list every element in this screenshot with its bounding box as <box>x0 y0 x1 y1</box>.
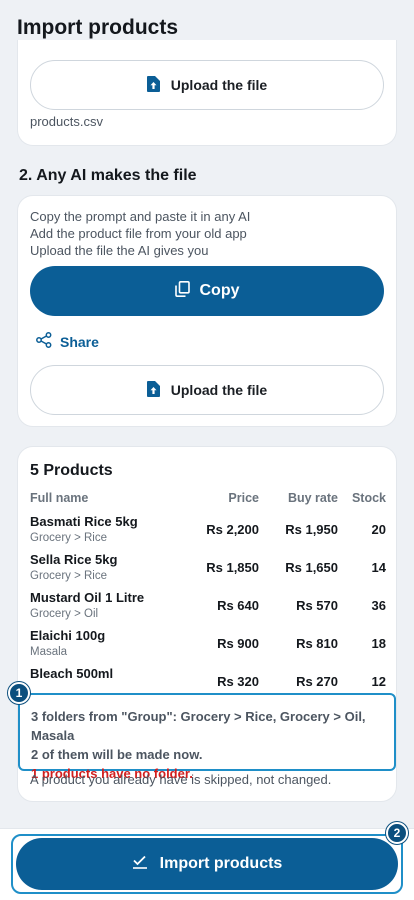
callout-badge-2: 2 <box>386 822 408 844</box>
selected-file-name: products.csv <box>30 114 103 129</box>
product-buy-rate: Rs 570 <box>296 598 338 613</box>
column-full-name: Full name <box>30 491 89 505</box>
folder-summary: 3 folders from "Group": Grocery > Rice, … <box>18 693 396 781</box>
product-name: Basmati Rice 5kg <box>30 514 138 529</box>
product-group: Masala <box>30 646 68 658</box>
product-buy-rate: Rs 270 <box>296 674 338 689</box>
column-buy-rate: Buy rate <box>287 491 338 505</box>
copy-label: Copy <box>199 282 240 299</box>
product-buy-rate: Rs 1,650 <box>285 560 338 575</box>
upload-file-button[interactable]: Upload the file <box>30 60 384 110</box>
product-stock: 36 <box>371 598 386 613</box>
summary-folders: 3 folders from "Group": Grocery > Rice, … <box>31 709 366 743</box>
copy-icon <box>174 280 190 302</box>
ai-card: Copy the prompt and paste it in any AI A… <box>17 195 397 427</box>
upload-card: Upload the file products.csv <box>17 40 397 146</box>
upload-file-label: Upload the file <box>170 77 268 93</box>
import-products-button[interactable]: Import products <box>16 838 398 890</box>
file-upload-icon <box>146 380 160 400</box>
file-upload-icon <box>146 75 160 95</box>
prompt-line: Upload the file the AI gives you <box>30 243 209 258</box>
skip-note: A product you already have is skipped, n… <box>30 772 332 787</box>
product-name: Sella Rice 5kg <box>30 552 118 567</box>
column-price: Price <box>228 491 259 505</box>
upload-ai-file-button[interactable]: Upload the file <box>30 365 384 415</box>
share-icon <box>36 332 52 351</box>
product-group: Grocery > Rice <box>30 532 108 544</box>
page-title: Import products <box>17 16 178 39</box>
share-button[interactable]: Share <box>36 332 99 351</box>
product-price: Rs 900 <box>217 636 259 651</box>
product-buy-rate: Rs 810 <box>296 636 338 651</box>
section-heading-ai: 2. Any AI makes the file <box>19 167 197 184</box>
product-stock: 12 <box>371 674 386 689</box>
product-stock: 20 <box>371 522 386 537</box>
product-group: Grocery > Oil <box>30 608 99 620</box>
products-count-title: 5 Products <box>30 462 113 479</box>
callout-badge-1: 1 <box>8 682 30 704</box>
product-name: Bleach 500ml <box>30 666 114 681</box>
upload-file-label: Upload the file <box>170 382 268 398</box>
import-products-label: Import products <box>159 855 283 872</box>
check-import-icon <box>132 855 148 874</box>
column-stock: Stock <box>351 491 386 505</box>
prompt-line: Add the product file from your old app <box>30 226 247 241</box>
product-name: Mustard Oil 1 Litre <box>30 590 145 605</box>
product-price: Rs 2,200 <box>206 522 259 537</box>
product-name: Elaichi 100g <box>30 628 106 643</box>
copy-button[interactable]: Copy <box>30 266 384 316</box>
prompt-instructions: Copy the prompt and paste it in any AI A… <box>30 208 250 259</box>
product-price: Rs 1,850 <box>206 560 259 575</box>
product-group: Grocery > Rice <box>30 570 108 582</box>
share-label: Share <box>60 333 99 350</box>
product-buy-rate: Rs 1,950 <box>285 522 338 537</box>
product-price: Rs 320 <box>217 674 259 689</box>
summary-made-now: 2 of them will be made now. <box>31 747 203 762</box>
product-stock: 14 <box>371 560 386 575</box>
prompt-line: Copy the prompt and paste it in any AI <box>30 209 251 224</box>
product-price: Rs 640 <box>217 598 259 613</box>
product-stock: 18 <box>371 636 386 651</box>
